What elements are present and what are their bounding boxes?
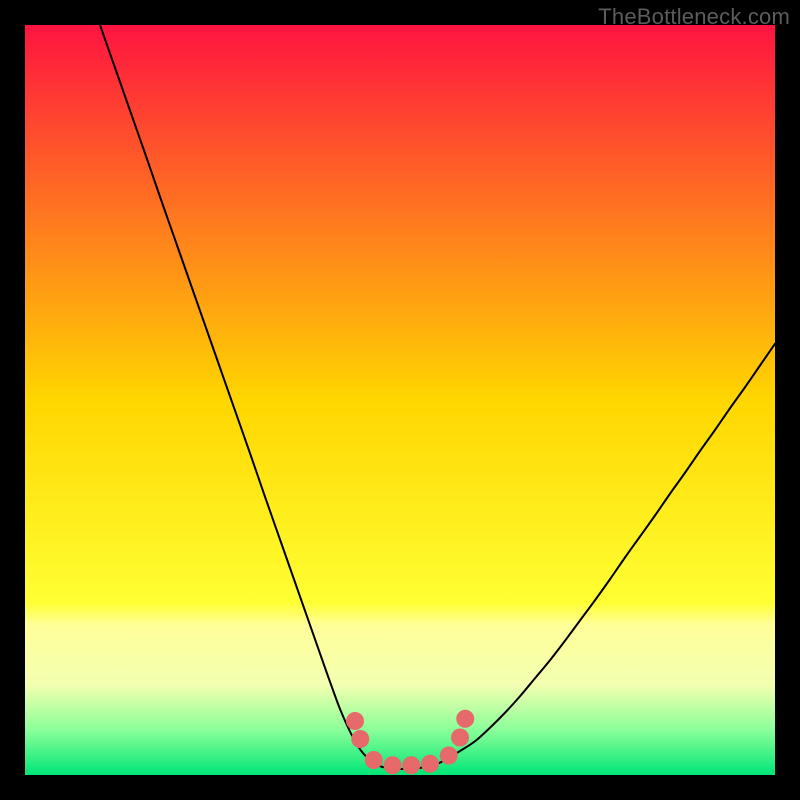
watermark-text: TheBottleneck.com xyxy=(598,4,790,30)
chart-frame: TheBottleneck.com xyxy=(0,0,800,800)
gradient-background xyxy=(25,25,775,775)
valley-marker xyxy=(451,729,469,747)
valley-marker xyxy=(351,730,369,748)
bottleneck-curve-chart xyxy=(25,25,775,775)
valley-marker xyxy=(440,747,458,765)
valley-marker xyxy=(365,751,383,769)
valley-marker xyxy=(384,756,402,774)
valley-marker xyxy=(402,756,420,774)
valley-marker xyxy=(456,710,474,728)
valley-marker xyxy=(346,712,364,730)
valley-marker xyxy=(421,755,439,773)
